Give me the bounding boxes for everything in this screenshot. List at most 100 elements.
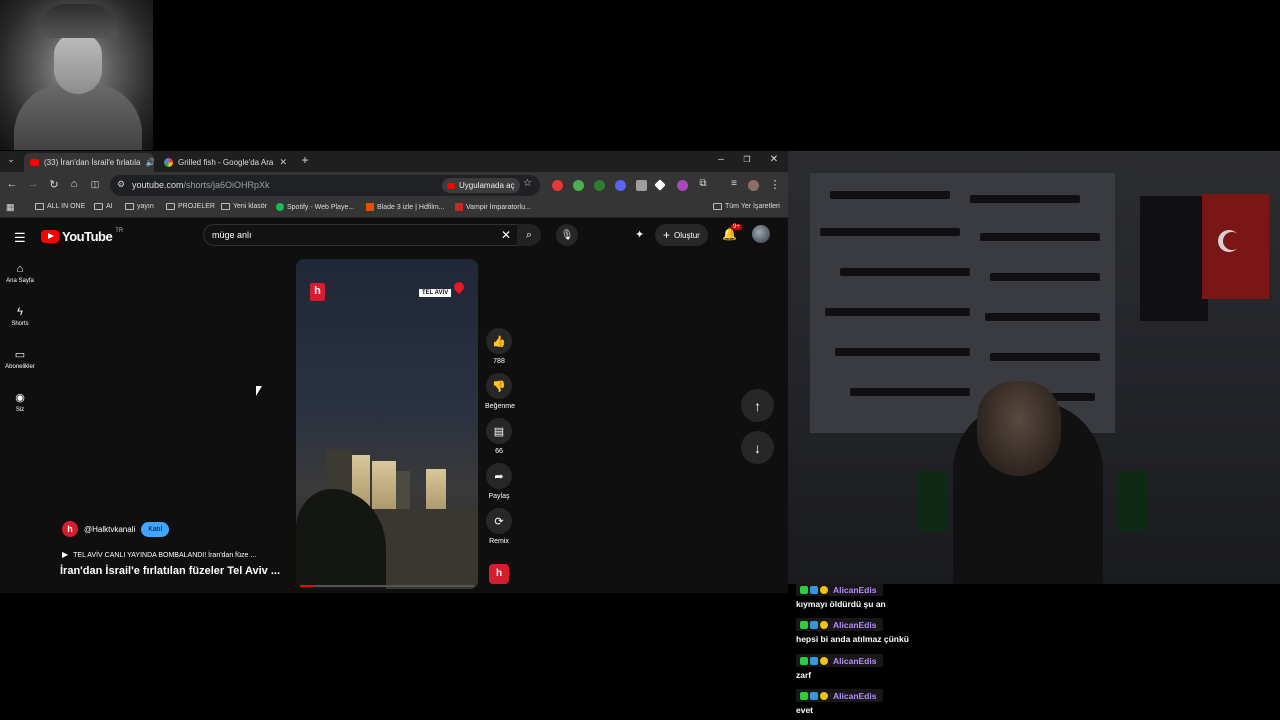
arrow-down-icon: ↓ [754, 439, 761, 456]
voice-search-button[interactable]: 🎙 [556, 224, 578, 246]
address-bar[interactable]: ⚙ youtube.com/shorts/ja6OiOHRpXk Uygulam… [110, 175, 540, 196]
url-text[interactable]: youtube.com/shorts/ja6OiOHRpXk [132, 180, 270, 190]
chat-message: AlicanEdis hepsi bi anda atılmaz çünkü [796, 618, 909, 644]
avatar[interactable] [752, 225, 770, 243]
next-short-button[interactable]: ↓ [741, 431, 774, 464]
comments-button[interactable]: ▤ 66 [485, 418, 513, 455]
bookmark-folder[interactable]: ALL IN ONE [35, 203, 85, 210]
home-icon[interactable]: ⌂ [67, 178, 81, 190]
sidebar-item-you[interactable]: ◉ Siz [0, 391, 40, 413]
extensions-puzzle-icon[interactable]: ⧉ [696, 178, 710, 189]
apps-grid-icon[interactable]: ▦ [6, 202, 15, 213]
badge-icon [810, 656, 818, 665]
bookmark-link[interactable]: Blade 3 izle | Hdfilm... [366, 203, 445, 211]
home-icon: ⌂ [16, 263, 24, 275]
chat-message: AlicanEdis evet [796, 689, 883, 715]
create-button[interactable]: + Oluştur [655, 224, 708, 246]
all-bookmarks-folder[interactable]: Tüm Yer İşaretleri [713, 203, 780, 210]
chat-username[interactable]: AlicanEdis [833, 656, 876, 666]
extension-green-icon[interactable] [573, 180, 584, 191]
join-button[interactable]: Katıl [141, 521, 170, 537]
sound-thumbnail[interactable]: h [489, 564, 509, 584]
chat-username[interactable]: AlicanEdis [833, 620, 876, 630]
bookmark-label: Vampir İmparatorlu... [466, 203, 531, 211]
bookmark-star-icon[interactable]: ☆ [523, 178, 532, 189]
open-in-app-button[interactable]: Uygulamada aç [442, 178, 520, 193]
sidebar-item-subscriptions[interactable]: ▭ Abonelikler [0, 348, 40, 370]
discord-extension-icon[interactable] [615, 180, 626, 191]
badge-icon [800, 620, 808, 629]
split-view-icon[interactable]: ◫ [88, 179, 102, 190]
close-tab-icon[interactable]: ✕ [279, 157, 287, 168]
shorts-video-player[interactable]: h TEL AVİV [296, 259, 478, 589]
video-title[interactable]: İran'dan İsrail'e fırlatılan füzeler Tel… [60, 565, 280, 577]
folder-icon [125, 203, 134, 210]
minimize-button[interactable]: – [714, 154, 728, 165]
menu-kebab-icon[interactable]: ⋮ [768, 178, 782, 191]
new-tab-button[interactable]: + [298, 153, 312, 167]
music-line[interactable]: ▶ TEL AVİV CANLI YAYINDA BOMBALANDI! İran… [62, 550, 256, 559]
search-button[interactable]: ⌕ [517, 224, 541, 246]
profile-icon[interactable] [748, 180, 759, 191]
chat-text: hepsi bi anda atılmaz çünkü [796, 634, 909, 644]
badge-icon [810, 620, 818, 629]
sidebar-item-label: Shorts [11, 321, 29, 327]
dislike-button[interactable]: 👎 Beğenme [485, 373, 515, 410]
thumbs-up-icon: 👍 [486, 328, 512, 354]
bookmark-link[interactable]: Vampir İmparatorlu... [455, 203, 531, 211]
site-info-icon[interactable]: ⚙ [117, 179, 125, 190]
bookmark-label: Blade 3 izle | Hdfilm... [377, 203, 445, 211]
youtube-favicon-icon [30, 159, 39, 166]
bookmark-folder[interactable]: AI [94, 203, 113, 210]
streamer [953, 381, 1103, 584]
create-label: Oluştur [674, 230, 700, 240]
menu-icon[interactable]: ☰ [14, 230, 26, 246]
like-button[interactable]: 👍 788 [485, 328, 513, 365]
bookmark-folder[interactable]: yayın [125, 203, 154, 210]
media-control-icon[interactable]: ≡ [727, 178, 741, 189]
video-progress-bar[interactable] [300, 585, 474, 587]
search-input[interactable]: müge anlı ✕ [203, 224, 518, 246]
chat-text: kıymayı öldürdü şu an [796, 599, 886, 609]
channel-handle[interactable]: @Halktvkanali [84, 525, 135, 534]
speaker-icon[interactable]: 🔊 [145, 158, 154, 167]
tab-youtube[interactable]: (33) İran'dan İsrail'e fırlatıla 🔊 ✕ [24, 153, 154, 172]
previous-short-button[interactable]: ↑ [741, 389, 774, 422]
channel-info: h @Halktvkanali Katıl [62, 521, 170, 537]
tab-google[interactable]: Grilled fish - Google'da Ara ✕ [158, 153, 293, 172]
diamond-extension-icon[interactable] [654, 179, 666, 191]
clear-search-icon[interactable]: ✕ [501, 228, 511, 242]
tab-search-icon[interactable]: ⌄ [4, 154, 18, 165]
extension-purple-icon[interactable] [677, 180, 688, 191]
chat-username[interactable]: AlicanEdis [833, 585, 876, 595]
tab-bar: ⌄ (33) İran'dan İsrail'e fırlatıla 🔊 ✕ G… [0, 151, 788, 172]
sidebar-item-home[interactable]: ⌂ Ana Sayfa [0, 263, 40, 284]
site-icon [366, 203, 374, 211]
shield-extension-icon[interactable] [636, 180, 647, 191]
reload-icon[interactable]: ↻ [47, 178, 61, 191]
sidebar-item-shorts[interactable]: ϟ Shorts [0, 306, 40, 327]
extension-red-icon[interactable] [552, 180, 563, 191]
forward-icon[interactable]: → [26, 178, 40, 190]
remix-button[interactable]: ⟳ Remix [485, 508, 513, 545]
chat-username[interactable]: AlicanEdis [833, 691, 876, 701]
bookmark-spotify[interactable]: Spotify - Web Playe... [276, 203, 354, 211]
comment-count: 66 [495, 448, 503, 455]
sparkle-icon[interactable]: ✦ [635, 228, 644, 241]
chat-message: AlicanEdis kıymayı öldürdü şu an [796, 583, 886, 609]
grammarly-icon[interactable] [594, 180, 605, 191]
share-button[interactable]: ➦ Paylaş [485, 463, 513, 500]
badge-icon [810, 691, 818, 700]
restore-button[interactable]: ❐ [740, 155, 754, 164]
close-window-button[interactable]: ✕ [767, 154, 781, 165]
bookmark-folder[interactable]: PROJELER [166, 203, 215, 210]
bookmark-folder[interactable]: Yeni klasör [221, 203, 267, 210]
badge-icon [800, 656, 808, 665]
youtube-logo[interactable]: YouTube TR [41, 228, 123, 244]
channel-avatar[interactable]: h [62, 521, 78, 537]
bookmark-label: Yeni klasör [233, 203, 267, 210]
turkish-flag [1202, 194, 1269, 299]
back-icon[interactable]: ← [5, 178, 19, 190]
google-favicon-icon [164, 158, 173, 167]
bookmark-label: Spotify - Web Playe... [287, 203, 355, 211]
